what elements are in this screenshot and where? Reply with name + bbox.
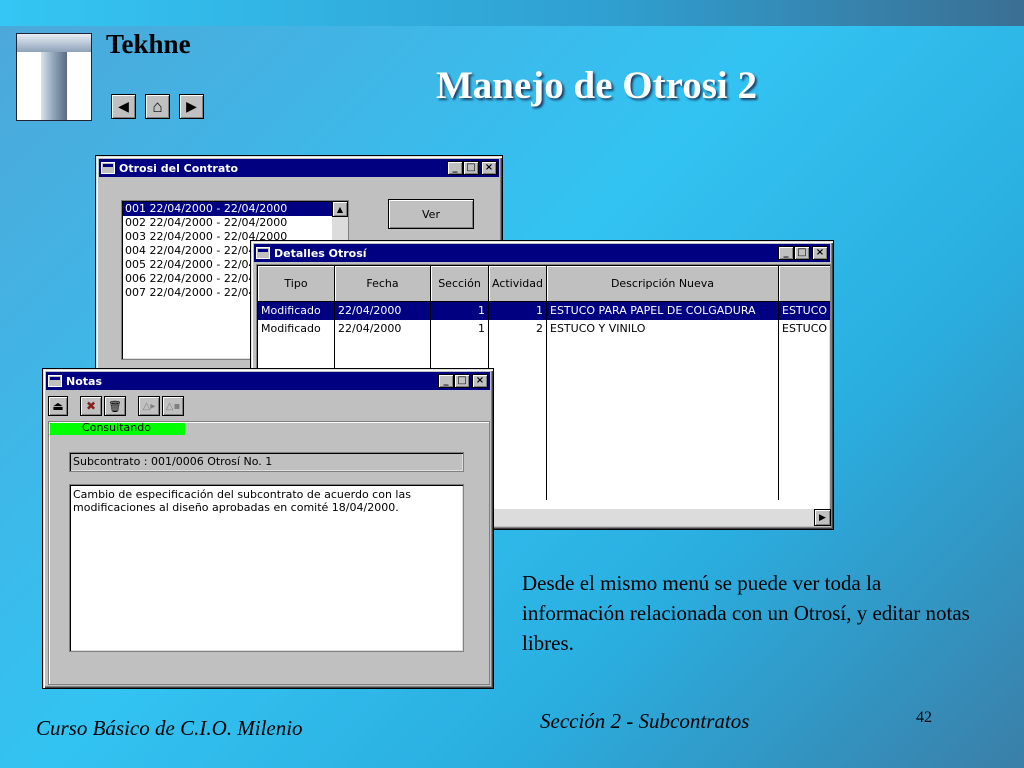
notas-titlebar[interactable]: Notas _ □ ×	[46, 372, 490, 390]
detalles-titlebar[interactable]: Detalles Otrosí _ □ ×	[254, 244, 830, 262]
table-cell: 22/04/2000	[334, 319, 431, 338]
table-cell: 2	[488, 319, 547, 338]
otrosi-titlebar[interactable]: Otrosi del Contrato _ □ ×	[99, 159, 499, 177]
window-title: Detalles Otrosí	[274, 246, 367, 260]
list-item[interactable]: 001 22/04/2000 - 22/04/2000	[123, 202, 348, 216]
slide-title: Manejo de Otrosi 2	[436, 64, 757, 107]
subcontrato-field: Subcontrato : 001/0006 Otrosí No. 1	[69, 452, 464, 472]
table-row[interactable]: Modificado 22/04/2000 1 2 ESTUCO Y VINILO EST…	[257, 319, 830, 338]
maximize-button[interactable]: □	[454, 374, 470, 388]
column-header[interactable]: Fecha	[334, 265, 431, 302]
brand-name: Tekhne	[106, 29, 191, 59]
note-textarea[interactable]: Cambio de especificación del subcontrato…	[69, 484, 464, 652]
close-button[interactable]: ×	[472, 374, 488, 388]
minimize-button[interactable]: _	[438, 374, 454, 388]
footer-course: Curso Básico de C.I.O. Milenio	[36, 716, 303, 740]
arrow-left-icon: ◀	[118, 98, 129, 114]
table-cell: 22/04/2000	[334, 301, 431, 320]
table-cell: 1	[430, 319, 489, 338]
trash-icon: 🗑	[108, 399, 122, 413]
toolbar-delete-button[interactable]: 🗑	[104, 396, 126, 416]
page-number: 42	[916, 709, 932, 726]
tray-icon: ⏏	[52, 399, 64, 413]
toolbar-move-down-button[interactable]: △▸	[138, 396, 160, 416]
column-header[interactable]: Actividad	[488, 265, 547, 302]
next-slide-button[interactable]: ▶	[179, 94, 204, 119]
footer-section: Sección 2 - Subcontratos	[540, 709, 750, 733]
window-icon	[256, 247, 270, 259]
column-header[interactable]	[778, 265, 830, 302]
table-cell: ESTUCO	[778, 301, 830, 320]
column-header[interactable]: Descripción Nueva	[546, 265, 779, 302]
window-title: Otrosi del Contrato	[119, 161, 239, 175]
table-row[interactable]: Modificado 22/04/2000 1 1 ESTUCO PARA PAPEL …	[257, 301, 830, 320]
toolbar-move-up-button[interactable]: △▪	[162, 396, 184, 416]
prev-slide-button[interactable]: ◀	[111, 94, 136, 119]
scroll-right-icon[interactable]: ▶	[814, 509, 831, 526]
scroll-up-icon[interactable]: ▲	[332, 201, 348, 217]
table-cell: ESTUCO	[778, 319, 830, 338]
top-banner	[0, 0, 1024, 26]
table-cell: ESTUCO Y VINILO	[546, 319, 779, 338]
toolbar-edit-button[interactable]: ✖	[80, 396, 102, 416]
table-cell: ESTUCO PARA PAPEL DE COLGADURA	[546, 301, 779, 320]
minimize-button[interactable]: _	[778, 246, 794, 260]
minimize-button[interactable]: _	[447, 161, 463, 175]
home-icon: ⌂	[152, 96, 163, 116]
table-cell: Modificado	[257, 301, 335, 320]
edit-tools-icon: ✖	[85, 399, 97, 413]
window-title: Notas	[66, 374, 102, 388]
notas-window: Notas _ □ × ⏏ ✖ 🗑 △▸ △▪ Consultando Subc…	[42, 368, 494, 689]
shapes-arrow-icon: △▪	[165, 400, 181, 412]
maximize-button[interactable]: □	[794, 246, 810, 260]
column-header[interactable]: Sección	[430, 265, 489, 302]
ver-button[interactable]: Ver	[388, 199, 474, 229]
arrow-right-icon: ▶	[186, 98, 197, 114]
shapes-arrow-icon: △▸	[142, 400, 156, 412]
table-cell: Modificado	[257, 319, 335, 338]
window-icon	[101, 162, 115, 174]
ver-label: Ver	[422, 207, 440, 221]
maximize-button[interactable]: □	[463, 161, 479, 175]
window-icon	[48, 375, 62, 387]
column-header[interactable]: Tipo	[257, 265, 335, 302]
close-button[interactable]: ×	[812, 246, 828, 260]
slide-body-text: Desde el mismo menú se puede ver toda la…	[522, 571, 970, 655]
table-cell: 1	[488, 301, 547, 320]
home-slide-button[interactable]: ⌂	[145, 94, 170, 119]
toolbar-open-button[interactable]: ⏏	[48, 396, 68, 416]
tekhne-logo	[16, 33, 92, 121]
list-item[interactable]: 002 22/04/2000 - 22/04/2000	[123, 216, 348, 230]
table-cell: 1	[430, 301, 489, 320]
empty-row	[257, 337, 830, 356]
close-button[interactable]: ×	[481, 161, 497, 175]
status-badge: Consultando	[48, 421, 185, 435]
